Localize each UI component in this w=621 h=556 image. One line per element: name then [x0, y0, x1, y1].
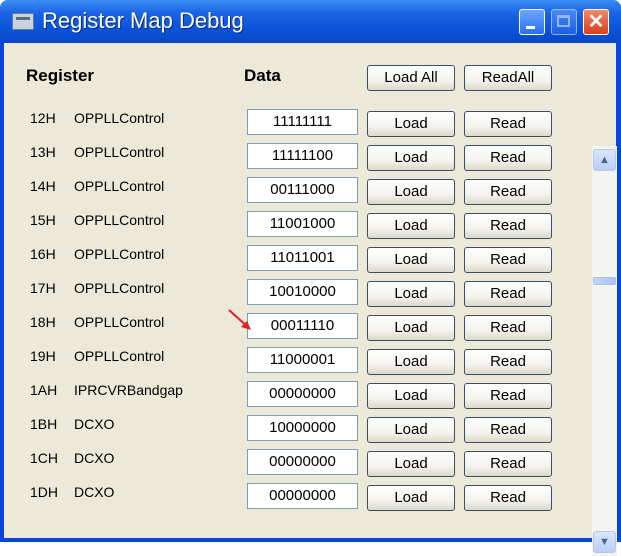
- register-name: OPPLLControl: [74, 280, 165, 296]
- close-button[interactable]: ✕: [583, 9, 609, 35]
- vertical-scrollbar[interactable]: ▲ ▼: [592, 146, 617, 556]
- register-label: 13H OPPLLControl: [30, 144, 164, 160]
- register-name: DCXO: [74, 416, 115, 432]
- app-window: Register Map Debug ✕ Register Data Load …: [0, 0, 621, 556]
- chevron-down-icon: ▼: [599, 536, 610, 548]
- register-value-field[interactable]: 00000000: [247, 483, 358, 509]
- register-label: 15H OPPLLControl: [30, 212, 164, 228]
- register-address: 1AH: [30, 382, 58, 398]
- register-label: 1CH DCXO: [30, 450, 114, 466]
- load-button[interactable]: Load: [367, 485, 455, 511]
- register-value-field[interactable]: 00011110: [247, 313, 358, 339]
- maximize-button[interactable]: [551, 9, 577, 35]
- load-button[interactable]: Load: [367, 349, 455, 375]
- register-value-field[interactable]: 00000000: [247, 381, 358, 407]
- register-address: 1DH: [30, 484, 59, 500]
- read-button[interactable]: Read: [464, 417, 552, 443]
- load-button[interactable]: Load: [367, 145, 455, 171]
- read-button[interactable]: Read: [464, 145, 552, 171]
- load-button[interactable]: Load: [367, 281, 455, 307]
- register-label: 1BH DCXO: [30, 416, 114, 432]
- title-bar[interactable]: Register Map Debug ✕: [0, 0, 621, 43]
- register-name: DCXO: [74, 450, 115, 466]
- read-button[interactable]: Read: [464, 111, 552, 137]
- register-label: 18H OPPLLControl: [30, 314, 164, 330]
- read-button[interactable]: Read: [464, 451, 552, 477]
- scroll-up-button[interactable]: ▲: [593, 149, 616, 171]
- register-value-field[interactable]: 11001000: [247, 211, 358, 237]
- load-button[interactable]: Load: [367, 213, 455, 239]
- read-button[interactable]: Read: [464, 179, 552, 205]
- register-column-header: Register: [26, 66, 95, 85]
- data-column-header: Data: [244, 66, 281, 85]
- read-button[interactable]: Read: [464, 485, 552, 511]
- window-title: Register Map Debug: [42, 8, 244, 33]
- register-address: 12H: [30, 110, 56, 126]
- window-icon[interactable]: [12, 13, 34, 30]
- register-address: 16H: [30, 246, 56, 262]
- load-button[interactable]: Load: [367, 247, 455, 273]
- read-button[interactable]: Read: [464, 383, 552, 409]
- load-button[interactable]: Load: [367, 383, 455, 409]
- load-button[interactable]: Load: [367, 451, 455, 477]
- register-value-field[interactable]: 00111000: [247, 177, 358, 203]
- register-label: 1DH DCXO: [30, 484, 114, 500]
- register-name: OPPLLControl: [74, 314, 165, 330]
- register-name: OPPLLControl: [74, 110, 165, 126]
- register-label: 19H OPPLLControl: [30, 348, 164, 364]
- register-value-field[interactable]: 11011001: [247, 245, 358, 271]
- read-all-button[interactable]: ReadAll: [464, 65, 552, 91]
- client-area: Register Data Load All ReadAll 12H OPPLLC…: [4, 43, 617, 556]
- read-button[interactable]: Read: [464, 315, 552, 341]
- close-icon: ✕: [587, 11, 605, 33]
- read-button[interactable]: Read: [464, 281, 552, 307]
- register-label: 17H OPPLLControl: [30, 280, 164, 296]
- load-button[interactable]: Load: [367, 315, 455, 341]
- load-button[interactable]: Load: [367, 111, 455, 137]
- load-button[interactable]: Load: [367, 417, 455, 443]
- register-name: OPPLLControl: [74, 178, 165, 194]
- register-label: 16H OPPLLControl: [30, 246, 164, 262]
- register-label: 12H OPPLLControl: [30, 110, 164, 126]
- register-address: 14H: [30, 178, 56, 194]
- register-value-field[interactable]: 11111100: [247, 143, 358, 169]
- register-address: 13H: [30, 144, 56, 160]
- scroll-down-button[interactable]: ▼: [593, 531, 616, 553]
- register-address: 15H: [30, 212, 56, 228]
- register-value-field[interactable]: 11111111: [247, 109, 358, 135]
- register-name: OPPLLControl: [74, 348, 165, 364]
- register-name: DCXO: [74, 484, 115, 500]
- register-label: 1AH IPRCVRBandgap: [30, 382, 183, 398]
- register-address: 19H: [30, 348, 56, 364]
- minimize-button[interactable]: [519, 9, 545, 35]
- load-button[interactable]: Load: [367, 179, 455, 205]
- register-address: 1BH: [30, 416, 58, 432]
- register-value-field[interactable]: 00000000: [247, 449, 358, 475]
- annotation-arrow-icon: [228, 309, 251, 330]
- read-button[interactable]: Read: [464, 247, 552, 273]
- register-name: OPPLLControl: [74, 246, 165, 262]
- register-label: 14H OPPLLControl: [30, 178, 164, 194]
- register-address: 1CH: [30, 450, 59, 466]
- register-address: 18H: [30, 314, 56, 330]
- load-all-button[interactable]: Load All: [367, 65, 455, 91]
- read-button[interactable]: Read: [464, 213, 552, 239]
- register-name: OPPLLControl: [74, 212, 165, 228]
- register-name: OPPLLControl: [74, 144, 165, 160]
- chevron-up-icon: ▲: [599, 154, 610, 166]
- read-button[interactable]: Read: [464, 349, 552, 375]
- register-value-field[interactable]: 10000000: [247, 415, 358, 441]
- register-value-field[interactable]: 10010000: [247, 279, 358, 305]
- register-address: 17H: [30, 280, 56, 296]
- scroll-thumb[interactable]: [593, 277, 616, 285]
- register-value-field[interactable]: 11000001: [247, 347, 358, 373]
- register-name: IPRCVRBandgap: [74, 382, 183, 398]
